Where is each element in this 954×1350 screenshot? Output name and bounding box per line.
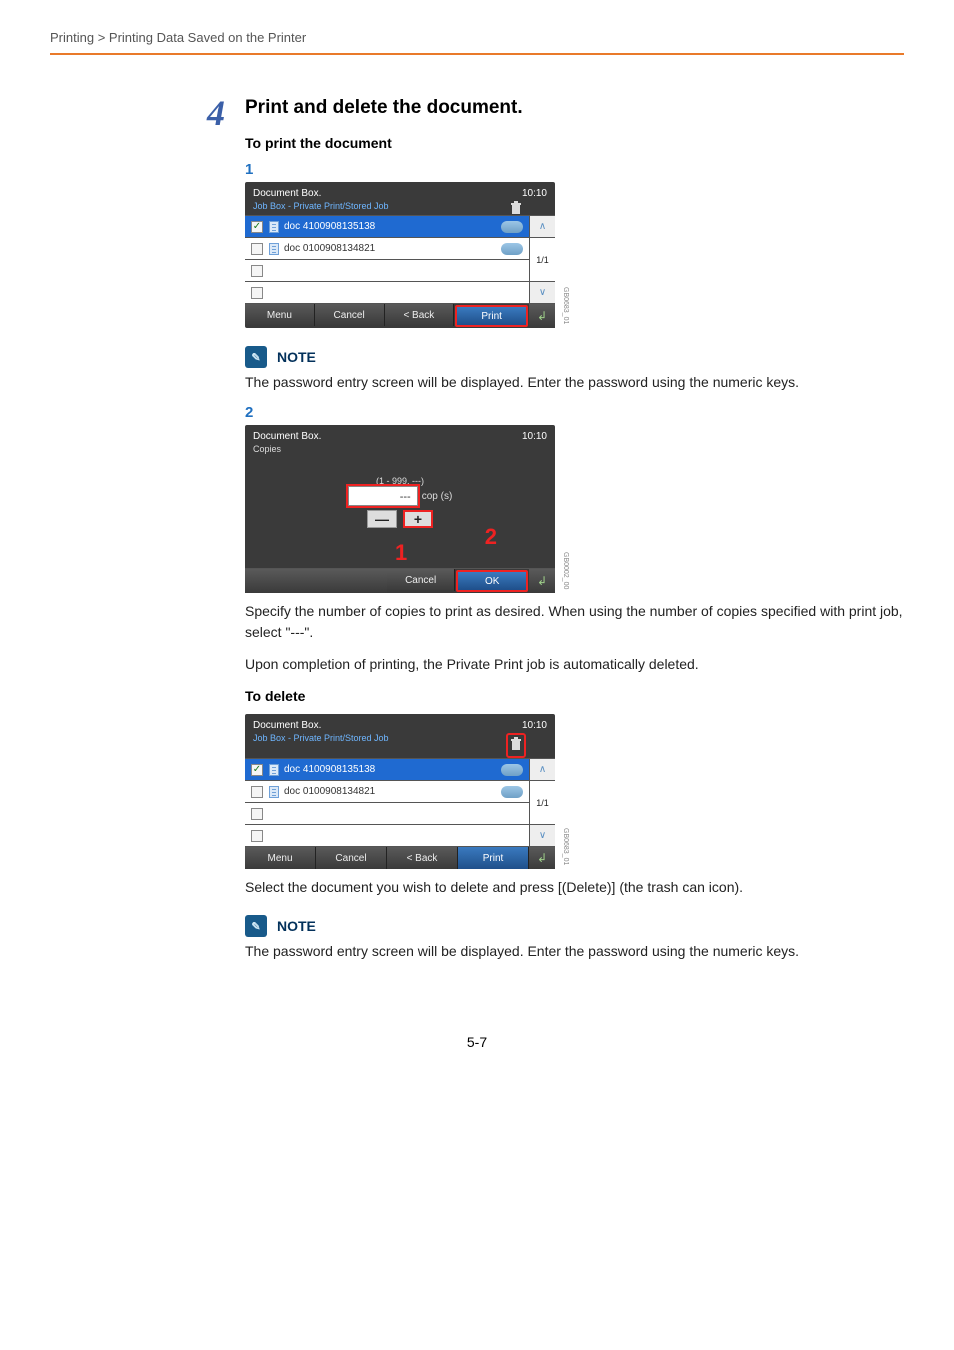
- list-item[interactable]: doc 0100908134821: [245, 780, 529, 802]
- subhead-print: To print the document: [245, 135, 904, 151]
- info-badge-icon[interactable]: [501, 221, 523, 233]
- sequence-2: 2: [245, 404, 904, 421]
- breadcrumb-sub: Printing Data Saved on the Printer: [109, 30, 306, 45]
- checkbox-icon[interactable]: ✓: [251, 764, 263, 776]
- plus-button[interactable]: +: [403, 510, 433, 528]
- info-badge-icon[interactable]: [501, 764, 523, 776]
- body-text: Select the document you wish to delete a…: [245, 877, 904, 897]
- list-item[interactable]: [245, 281, 529, 303]
- cancel-button[interactable]: Cancel: [387, 569, 456, 591]
- breadcrumb-section: Printing: [50, 30, 94, 45]
- breadcrumb-sep: >: [98, 30, 106, 45]
- scroll-up-icon[interactable]: ∧: [530, 758, 555, 780]
- note-icon: ✎: [245, 346, 267, 368]
- document-icon: [269, 786, 279, 798]
- panel-subtitle: Copies: [245, 444, 555, 458]
- panel-subtitle: Job Box - Private Print/Stored Job: [245, 201, 503, 215]
- unit-label: cop (s): [422, 491, 453, 502]
- back-button[interactable]: < Back: [387, 847, 458, 869]
- print-button[interactable]: Print: [455, 305, 528, 327]
- trash-icon[interactable]: [503, 733, 529, 758]
- document-icon: [269, 764, 279, 776]
- info-badge-icon[interactable]: [501, 243, 523, 255]
- sequence-1: 1: [245, 161, 904, 178]
- enter-icon[interactable]: ↲: [529, 847, 555, 869]
- panel-title: Document Box.: [253, 431, 321, 442]
- panel-title: Document Box.: [253, 188, 321, 199]
- list-item[interactable]: [245, 259, 529, 281]
- menu-button[interactable]: Menu: [245, 847, 316, 869]
- doc-name: doc 0100908134821: [284, 243, 375, 254]
- note-text: The password entry screen will be displa…: [245, 941, 904, 961]
- trash-icon[interactable]: [503, 201, 529, 215]
- range-label: (1 - 999, ---): [376, 476, 424, 486]
- document-icon: [269, 243, 279, 255]
- copies-field[interactable]: ---: [348, 486, 418, 506]
- step-number: 4: [195, 95, 225, 974]
- callout-2: 2: [485, 524, 497, 550]
- doc-name: doc 4100908135138: [284, 221, 375, 232]
- checkbox-icon[interactable]: [251, 265, 263, 277]
- note-label: NOTE: [277, 349, 316, 365]
- subhead-delete: To delete: [245, 688, 904, 704]
- list-item[interactable]: [245, 824, 529, 846]
- step-title: Print and delete the document.: [245, 97, 904, 119]
- body-text: Specify the number of copies to print as…: [245, 601, 904, 642]
- list-item[interactable]: [245, 802, 529, 824]
- enter-icon[interactable]: ↲: [529, 304, 555, 328]
- doc-box-panel-delete: Document Box. 10:10 Job Box - Private Pr…: [245, 714, 555, 869]
- menu-button[interactable]: Menu: [245, 304, 315, 326]
- page-indicator: 1/1: [530, 780, 555, 824]
- scroll-up-icon[interactable]: ∧: [530, 215, 555, 237]
- checkbox-icon[interactable]: [251, 830, 263, 842]
- panel-time: 10:10: [522, 431, 547, 442]
- checkbox-icon[interactable]: [251, 287, 263, 299]
- callout-1: 1: [395, 540, 407, 566]
- note-text: The password entry screen will be displa…: [245, 372, 904, 392]
- list-item[interactable]: doc 0100908134821: [245, 237, 529, 259]
- print-button[interactable]: Print: [458, 847, 529, 869]
- back-button[interactable]: < Back: [385, 304, 455, 326]
- list-item[interactable]: ✓ doc 4100908135138: [245, 215, 529, 237]
- panel-title: Document Box.: [253, 720, 321, 731]
- scroll-down-icon[interactable]: ∨: [530, 824, 555, 846]
- panel-subtitle: Job Box - Private Print/Stored Job: [245, 733, 503, 747]
- page-number: 5-7: [50, 1034, 904, 1050]
- enter-icon[interactable]: ↲: [529, 569, 555, 593]
- scroll-down-icon[interactable]: ∨: [530, 281, 555, 303]
- list-item[interactable]: ✓ doc 4100908135138: [245, 758, 529, 780]
- doc-box-panel-print: Document Box. 10:10 Job Box - Private Pr…: [245, 182, 555, 328]
- divider: [50, 53, 904, 55]
- copies-panel: Document Box. 10:10 Copies (1 - 999, ---…: [245, 425, 555, 593]
- body-text: Upon completion of printing, the Private…: [245, 654, 904, 674]
- note-icon: ✎: [245, 915, 267, 937]
- panel-time: 10:10: [522, 188, 547, 199]
- doc-name: doc 4100908135138: [284, 764, 375, 775]
- doc-name: doc 0100908134821: [284, 786, 375, 797]
- figure-code: GB0683_01: [562, 828, 569, 865]
- ok-button[interactable]: OK: [456, 570, 528, 592]
- checkbox-icon[interactable]: ✓: [251, 221, 263, 233]
- minus-button[interactable]: —: [367, 510, 397, 528]
- info-badge-icon[interactable]: [501, 786, 523, 798]
- document-icon: [269, 221, 279, 233]
- checkbox-icon[interactable]: [251, 808, 263, 820]
- figure-code: GB0683_01: [562, 287, 569, 324]
- checkbox-icon[interactable]: [251, 786, 263, 798]
- breadcrumb: Printing > Printing Data Saved on the Pr…: [50, 30, 904, 53]
- figure-code: GB0002_00: [562, 552, 569, 589]
- cancel-button[interactable]: Cancel: [315, 304, 385, 326]
- checkbox-icon[interactable]: [251, 243, 263, 255]
- page-indicator: 1/1: [530, 237, 555, 281]
- note-label: NOTE: [277, 918, 316, 934]
- cancel-button[interactable]: Cancel: [316, 847, 387, 869]
- panel-time: 10:10: [522, 720, 547, 731]
